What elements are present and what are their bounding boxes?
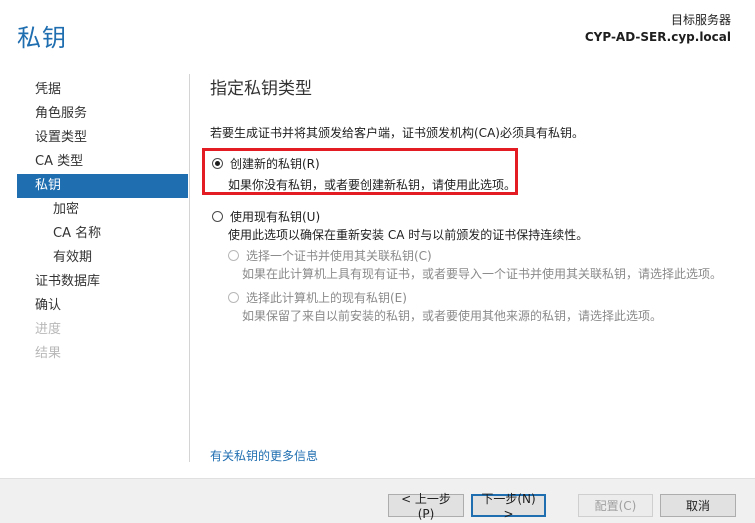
section-heading: 指定私钥类型 xyxy=(210,79,312,99)
previous-button[interactable]: < 上一步(P) xyxy=(388,492,464,521)
target-server-info: 目标服务器 CYP-AD-SER.cyp.local xyxy=(585,12,731,46)
radio-unchecked-icon[interactable] xyxy=(228,292,239,303)
sidebar-item[interactable]: 加密 xyxy=(17,198,188,222)
sidebar-item[interactable]: 设置类型 xyxy=(17,126,188,150)
target-server-label: 目标服务器 xyxy=(670,13,731,27)
sidebar-item[interactable]: 证书数据库 xyxy=(17,270,188,294)
sidebar-item[interactable]: 凭据 xyxy=(17,78,188,102)
main-content: 指定私钥类型 若要生成证书并将其颁发给客户端，证书颁发机构(CA)必须具有私钥。… xyxy=(202,74,740,323)
intro-text: 若要生成证书并将其颁发给客户端，证书颁发机构(CA)必须具有私钥。 xyxy=(210,126,584,140)
wizard-nav: 凭据 角色服务 设置类型 CA 类型 私钥 加密 CA 名称 有效期 证书数据库 确认进度结果 xyxy=(17,78,188,366)
create-new-key-description: 如果你没有私钥，或者要创建新私钥，请使用此选项。 xyxy=(228,178,517,192)
sidebar-item: 结果 xyxy=(35,346,62,361)
radio-select-certificate[interactable]: 选择一个证书并使用其关联私钥(C) xyxy=(228,247,432,264)
wizard-footer: < 上一步(P) 下一步(N) > 配置(C) 取消 xyxy=(0,478,755,523)
target-server-name: CYP-AD-SER.cyp.local xyxy=(584,30,731,44)
radio-use-existing-key-label: 使用现有私钥(U) xyxy=(230,210,321,224)
select-existing-key-description: 如果保留了来自以前安装的私钥，或者要使用其他来源的私钥，请选择此选项。 xyxy=(242,309,663,323)
configure-button[interactable]: 配置(C) xyxy=(578,494,653,517)
sidebar-item: 进度 xyxy=(35,322,62,337)
sidebar-item[interactable]: 确认 xyxy=(17,294,188,318)
sidebar-divider xyxy=(189,74,190,462)
sidebar-item[interactable]: 私钥 xyxy=(17,174,188,198)
sidebar-item[interactable]: 有效期 xyxy=(17,246,188,270)
page-title: 私钥 xyxy=(17,24,67,52)
sidebar-item[interactable]: 角色服务 xyxy=(17,102,188,126)
radio-unchecked-icon[interactable] xyxy=(212,211,223,222)
more-info-link[interactable]: 有关私钥的更多信息 xyxy=(210,447,318,464)
radio-unchecked-icon[interactable] xyxy=(228,250,239,261)
radio-select-existing-key[interactable]: 选择此计算机上的现有私钥(E) xyxy=(228,289,407,306)
use-existing-key-description: 使用此选项以确保在重新安装 CA 时与以前颁发的证书保持连续性。 xyxy=(228,228,589,242)
radio-create-new-key[interactable]: 创建新的私钥(R) xyxy=(212,155,320,172)
radio-use-existing-key[interactable]: 使用现有私钥(U) xyxy=(212,208,320,225)
next-button[interactable]: 下一步(N) > xyxy=(471,492,546,521)
cancel-button[interactable]: 取消 xyxy=(660,494,736,517)
radio-select-existing-key-label: 选择此计算机上的现有私钥(E) xyxy=(246,291,407,305)
select-certificate-description: 如果在此计算机上具有现有证书，或者要导入一个证书并使用其关联私钥，请选择此选项。 xyxy=(242,267,723,281)
sidebar-item[interactable]: CA 类型 xyxy=(17,150,188,174)
radio-create-new-key-label: 创建新的私钥(R) xyxy=(230,157,320,171)
radio-select-certificate-label: 选择一个证书并使用其关联私钥(C) xyxy=(246,249,432,263)
sidebar-item[interactable]: CA 名称 xyxy=(17,222,188,246)
radio-checked-icon[interactable] xyxy=(212,158,223,169)
